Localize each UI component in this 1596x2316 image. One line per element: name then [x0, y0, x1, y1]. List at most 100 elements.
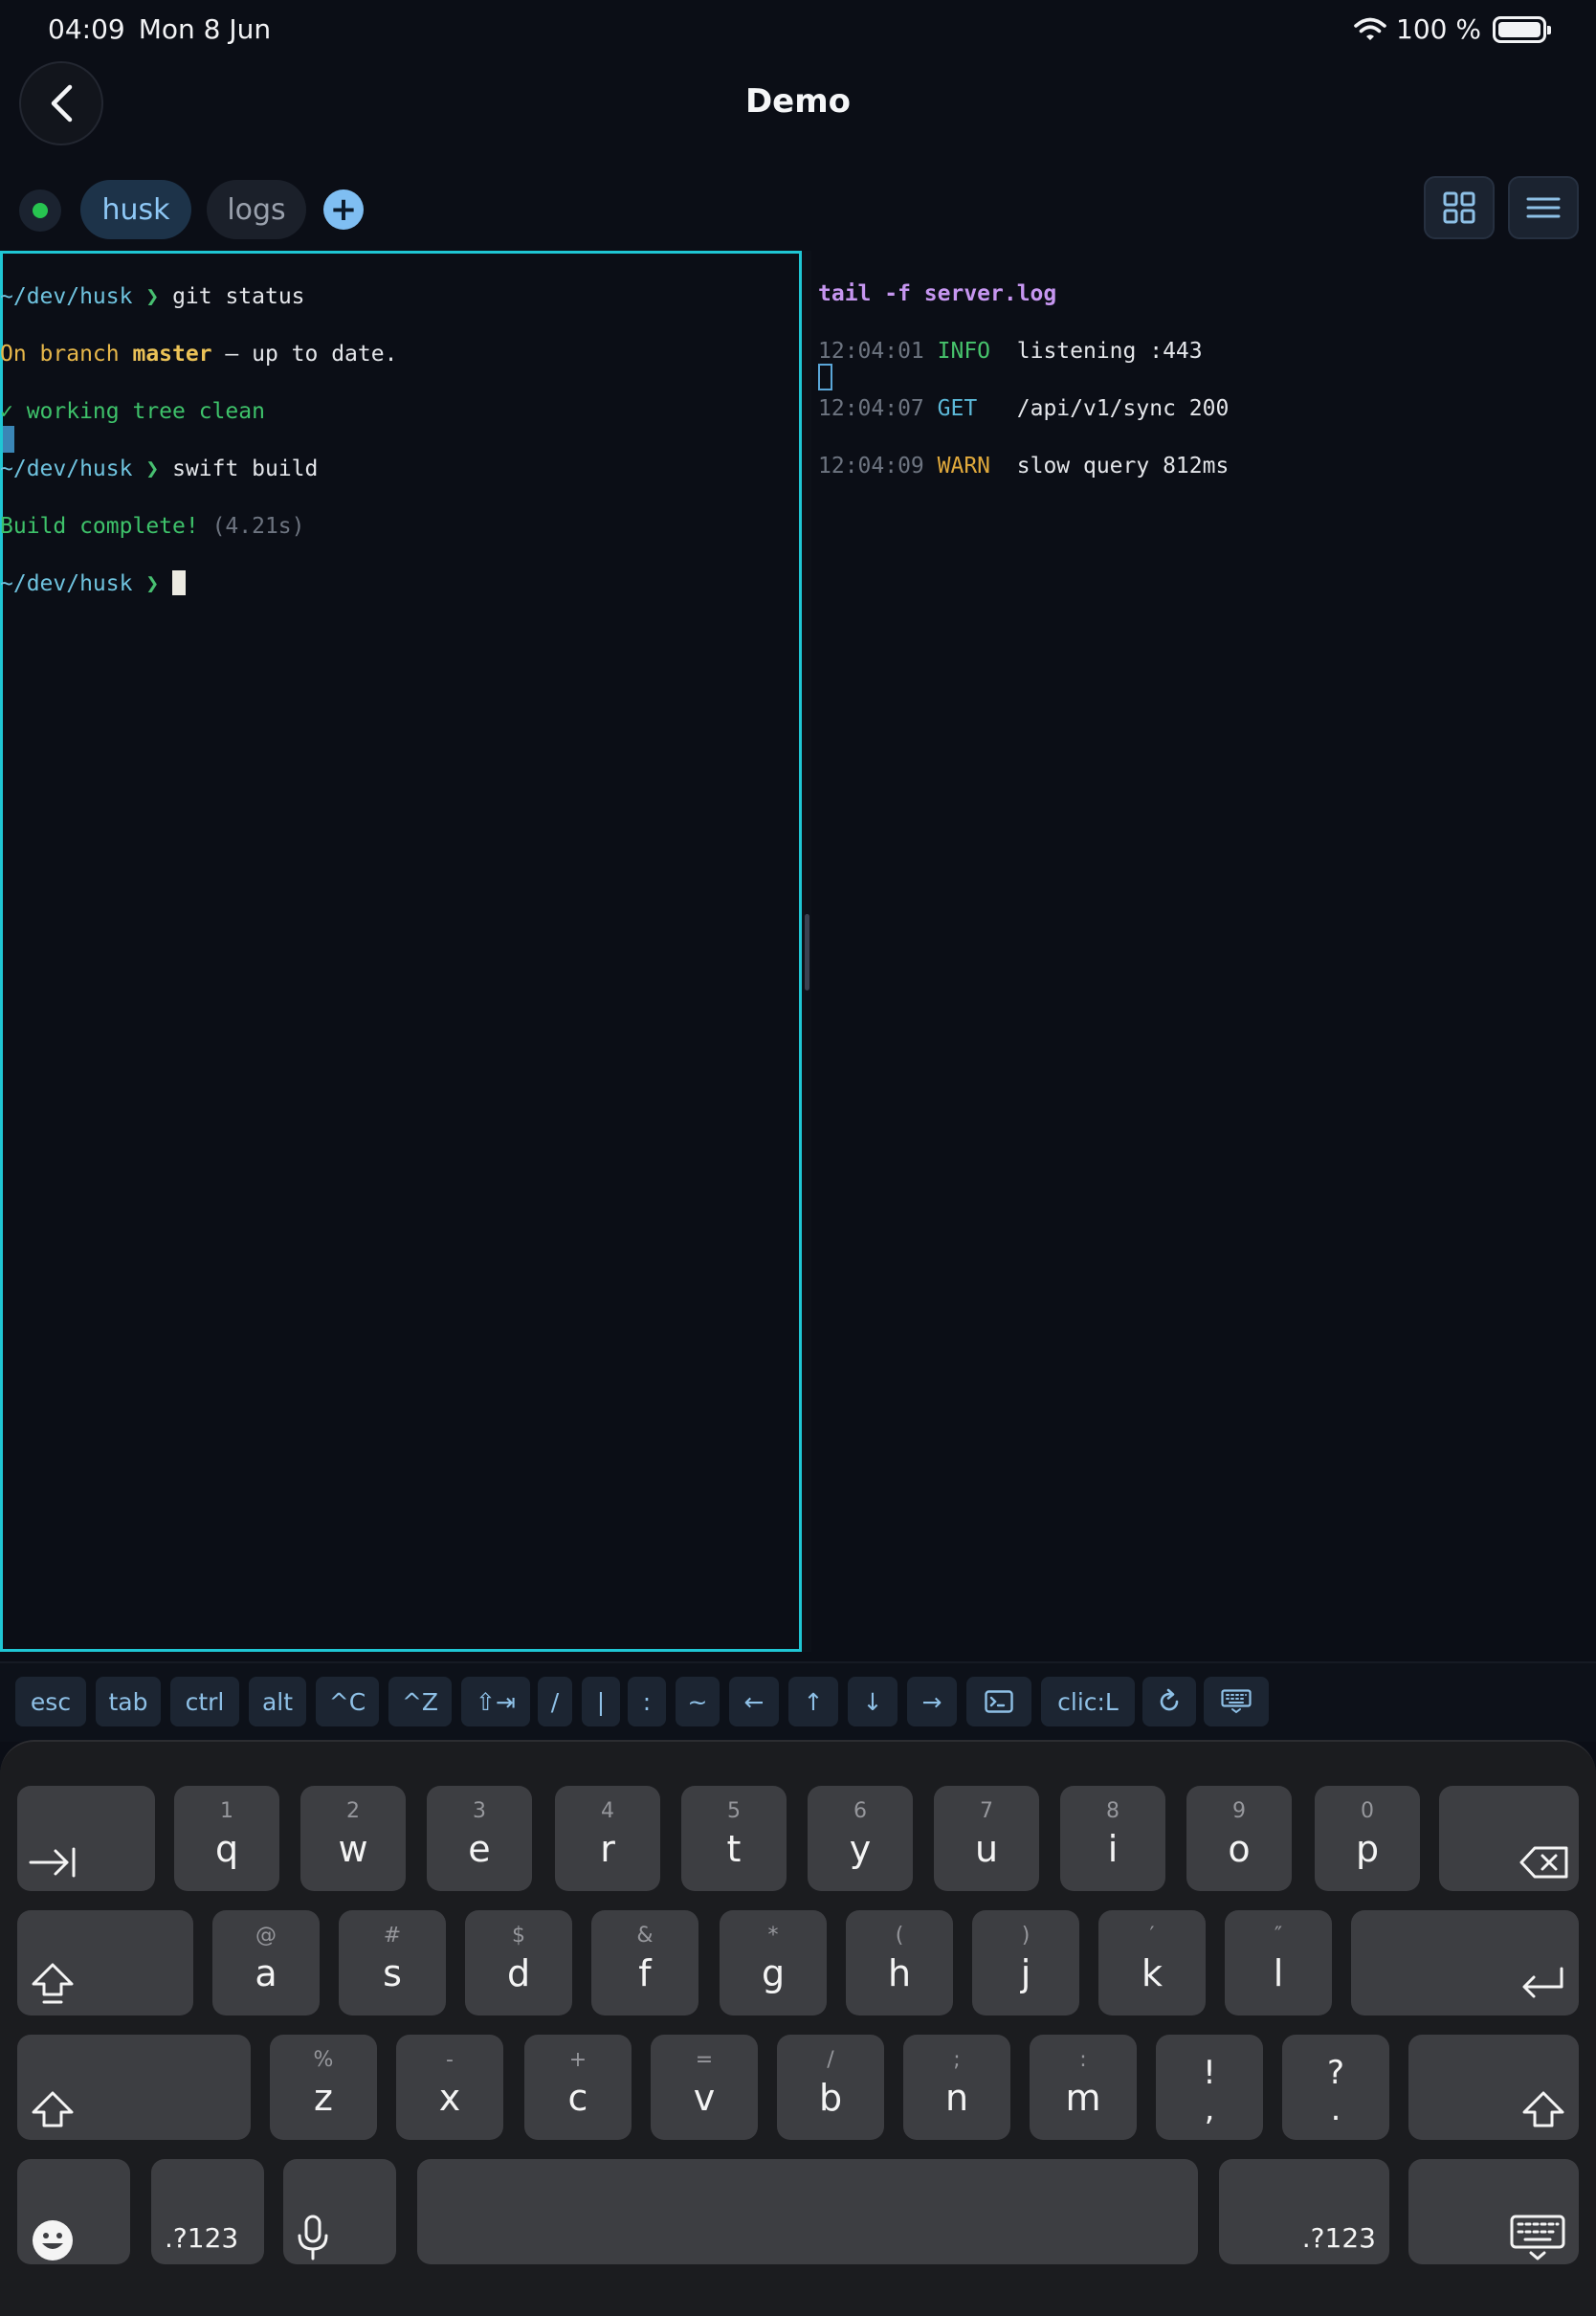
arrow-right-key[interactable]: → [907, 1677, 957, 1726]
hide-keyboard-key[interactable] [1204, 1677, 1269, 1726]
space-bar[interactable] [417, 2159, 1198, 2264]
key-x[interactable]: -x [396, 2035, 503, 2140]
command-text: tail -f server.log [818, 281, 1057, 306]
arrow-down-key[interactable]: ↓ [848, 1677, 898, 1726]
key-hint: = [695, 2048, 714, 2072]
shift-tab-key[interactable]: ⇧⇥ [461, 1677, 530, 1726]
key-hint: ? [1326, 2054, 1345, 2092]
key-q[interactable]: 1q [174, 1786, 279, 1891]
tilde-key[interactable]: ~ [676, 1677, 720, 1726]
session-tab-bar: husk logs + [0, 172, 1596, 241]
dismiss-keyboard-key[interactable] [1408, 2159, 1579, 2264]
tab-key[interactable] [17, 1786, 155, 1891]
key-o[interactable]: 9o [1186, 1786, 1292, 1891]
terminal-line: On branch master — up to date. [0, 340, 397, 368]
terminal-pane-husk[interactable]: ~/dev/husk ❯ git status On branch master… [0, 251, 802, 1652]
terminal-pane-logs[interactable]: tail -f server.log 12:04:01 INFO listeni… [811, 251, 1596, 1652]
key-question-period[interactable]: ?. [1282, 2035, 1389, 2140]
key-u[interactable]: 7u [934, 1786, 1039, 1891]
terminal-line: tail -f server.log [818, 279, 1229, 308]
key-y[interactable]: 6y [808, 1786, 913, 1891]
layout-grid-button[interactable] [1424, 176, 1495, 239]
key-r[interactable]: 4r [555, 1786, 660, 1891]
key-c[interactable]: + c [524, 2035, 632, 2140]
shift-key-left[interactable] [17, 2035, 251, 2140]
key-i[interactable]: 8i [1060, 1786, 1165, 1891]
key-s[interactable]: # s [339, 1910, 446, 2015]
key-hint: 9 [1232, 1799, 1246, 1823]
key-g[interactable]: * g [720, 1910, 827, 2015]
terminal-icon [985, 1690, 1013, 1713]
emoji-icon [33, 2220, 73, 2260]
key-hint: 5 [727, 1799, 741, 1823]
return-key[interactable] [1351, 1910, 1579, 2015]
key-label: x [438, 2077, 461, 2119]
emoji-key[interactable] [17, 2159, 130, 2264]
pane-resize-handle[interactable] [805, 914, 809, 991]
key-hint: 0 [1361, 1799, 1374, 1823]
add-tab-button[interactable]: + [323, 189, 364, 230]
log-time: 12:04:07 [818, 396, 924, 421]
key-hint: 4 [601, 1799, 614, 1823]
key-t[interactable]: 5t [681, 1786, 787, 1891]
key-h[interactable]: (h [846, 1910, 953, 2015]
ctrl-z-key[interactable]: ^Z [388, 1677, 452, 1726]
caps-lock-key[interactable] [17, 1910, 193, 2015]
log-line: 12:04:07 GET /api/v1/sync 200 [818, 394, 1229, 423]
dictation-key[interactable] [283, 2159, 396, 2264]
return-icon [1522, 1967, 1563, 1998]
key-hint: ″ [1274, 1924, 1283, 1948]
key-label: h [887, 1952, 912, 1994]
page-title: Demo [744, 82, 852, 121]
status-dot-icon [33, 203, 48, 218]
key-label: .?123 [1301, 2222, 1376, 2254]
ctrl-key[interactable]: ctrl [170, 1677, 239, 1726]
prompt-path: ~/dev/husk [0, 284, 133, 309]
key-a[interactable]: @ a [212, 1910, 320, 2015]
key-b[interactable]: / b [777, 2035, 884, 2140]
key-z[interactable]: % z [270, 2035, 377, 2140]
key-p[interactable]: 0p [1315, 1786, 1420, 1891]
menu-button[interactable] [1508, 176, 1579, 239]
key-label: l [1273, 1952, 1284, 1994]
key-e[interactable]: 3e [427, 1786, 532, 1891]
keyboard-dismiss-icon [1510, 2215, 1565, 2260]
key-v[interactable]: = v [651, 2035, 758, 2140]
pipe-key[interactable]: | [582, 1677, 620, 1726]
esc-key[interactable]: esc [15, 1677, 86, 1726]
arrow-up-key[interactable]: ↑ [788, 1677, 838, 1726]
shift-key-right[interactable] [1408, 2035, 1579, 2140]
slash-key[interactable]: / [538, 1677, 572, 1726]
key-w[interactable]: 2w [300, 1786, 406, 1891]
tab-key[interactable]: tab [96, 1677, 161, 1726]
key-f[interactable]: & f [591, 1910, 698, 2015]
backspace-key[interactable] [1439, 1786, 1579, 1891]
clic-mode-key[interactable]: clic:L [1041, 1677, 1135, 1726]
colon-key[interactable]: : [628, 1677, 666, 1726]
tab-husk[interactable]: husk [80, 180, 191, 239]
key-d[interactable]: $ d [465, 1910, 572, 2015]
numbers-key-left[interactable]: .?123 [151, 2159, 264, 2264]
key-n[interactable]: ; n [903, 2035, 1010, 2140]
output-text: Build complete! [0, 514, 199, 539]
key-hint: ( [895, 1924, 904, 1948]
numbers-key-right[interactable]: .?123 [1219, 2159, 1389, 2264]
key-l[interactable]: ″ l [1225, 1910, 1332, 2015]
ctrl-c-key[interactable]: ^C [316, 1677, 379, 1726]
refresh-key[interactable] [1142, 1677, 1196, 1726]
microphone-icon [298, 2215, 328, 2260]
key-j[interactable]: ) j [972, 1910, 1079, 2015]
key-label: g [761, 1952, 786, 1994]
tab-logs[interactable]: logs [207, 180, 306, 239]
arrow-left-key[interactable]: ← [729, 1677, 779, 1726]
key-k[interactable]: ′ k [1098, 1910, 1206, 2015]
key-label: r [600, 1828, 615, 1870]
key-m[interactable]: :m [1030, 2035, 1137, 2140]
build-duration: (4.21s) [198, 514, 305, 539]
terminal-key[interactable] [966, 1677, 1031, 1726]
key-exclamation-comma[interactable]: !, [1156, 2035, 1263, 2140]
key-hint: - [446, 2048, 454, 2072]
key-label: m [1065, 2077, 1101, 2119]
alt-key[interactable]: alt [249, 1677, 306, 1726]
key-hint: ; [953, 2048, 961, 2072]
